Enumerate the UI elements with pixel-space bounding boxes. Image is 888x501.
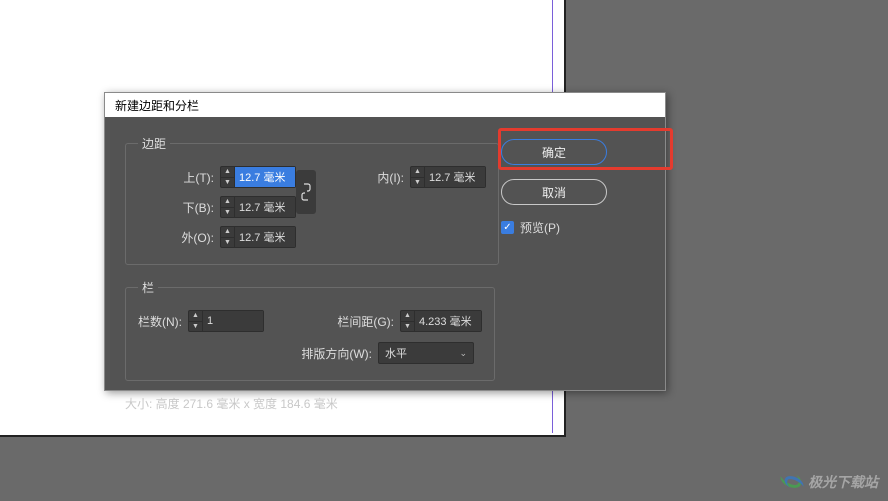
spinner-down-icon[interactable]: ▼ <box>221 178 234 188</box>
margin-outer-spinner[interactable]: ▲ ▼ <box>220 226 296 248</box>
dialog-title: 新建边距和分栏 <box>115 97 199 114</box>
watermark: 极光下载站 <box>780 471 878 493</box>
columns-fieldset: 栏 栏数(N): ▲ ▼ 栏间距(G): <box>125 279 495 381</box>
preview-checkbox[interactable]: ✓ <box>501 221 514 234</box>
column-count-input[interactable] <box>203 311 263 331</box>
spinner-down-icon[interactable]: ▼ <box>401 322 414 332</box>
margin-bottom-spinner[interactable]: ▲ ▼ <box>220 196 296 218</box>
spinner-up-icon[interactable]: ▲ <box>221 167 234 178</box>
margin-top-input[interactable] <box>235 167 295 187</box>
spinner-down-icon[interactable]: ▼ <box>221 208 234 218</box>
size-text: 大小: 高度 271.6 毫米 x 宽度 184.6 毫米 <box>125 395 495 412</box>
column-gutter-label: 栏间距(G): <box>337 313 394 330</box>
spinner-up-icon[interactable]: ▲ <box>221 227 234 238</box>
link-constraints-button[interactable] <box>296 170 316 214</box>
spinner-up-icon[interactable]: ▲ <box>411 167 424 178</box>
margin-inner-label: 内(I): <box>377 169 404 186</box>
watermark-logo-icon <box>780 471 802 493</box>
spinner-up-icon[interactable]: ▲ <box>189 311 202 322</box>
margin-top-spinner[interactable]: ▲ ▼ <box>220 166 296 188</box>
columns-legend: 栏 <box>138 279 158 296</box>
dialog-titlebar[interactable]: 新建边距和分栏 <box>105 93 665 117</box>
writing-direction-select[interactable]: 水平 ⌄ <box>378 342 474 364</box>
dialog-body: 边距 上(T): ▲ ▼ <box>105 117 665 430</box>
ok-button[interactable]: 确定 <box>501 139 607 165</box>
margins-fieldset: 边距 上(T): ▲ ▼ <box>125 135 499 265</box>
spinner-up-icon[interactable]: ▲ <box>221 197 234 208</box>
check-icon: ✓ <box>503 223 511 233</box>
watermark-text: 极光下载站 <box>808 472 878 492</box>
column-gutter-input[interactable] <box>415 311 481 331</box>
chevron-down-icon: ⌄ <box>459 348 467 359</box>
margin-bottom-input[interactable] <box>235 197 295 217</box>
margin-inner-input[interactable] <box>425 167 485 187</box>
margins-legend: 边距 <box>138 135 170 152</box>
preview-label: 预览(P) <box>520 219 560 236</box>
margin-inner-spinner[interactable]: ▲ ▼ <box>410 166 486 188</box>
cancel-button[interactable]: 取消 <box>501 179 607 205</box>
margin-outer-input[interactable] <box>235 227 295 247</box>
margin-top-label: 上(T): <box>183 169 214 186</box>
margin-outer-label: 外(O): <box>181 229 214 246</box>
spinner-up-icon[interactable]: ▲ <box>401 311 414 322</box>
spinner-down-icon[interactable]: ▼ <box>411 178 424 188</box>
column-count-spinner[interactable]: ▲ ▼ <box>188 310 264 332</box>
spinner-down-icon[interactable]: ▼ <box>189 322 202 332</box>
chain-link-icon <box>301 182 311 202</box>
writing-direction-value: 水平 <box>385 345 407 361</box>
margin-bottom-label: 下(B): <box>183 199 214 216</box>
column-gutter-spinner[interactable]: ▲ ▼ <box>400 310 482 332</box>
column-count-label: 栏数(N): <box>138 313 182 330</box>
margins-columns-dialog: 新建边距和分栏 边距 上(T): ▲ ▼ <box>104 92 666 391</box>
writing-direction-label: 排版方向(W): <box>301 345 372 362</box>
spinner-down-icon[interactable]: ▼ <box>221 238 234 248</box>
